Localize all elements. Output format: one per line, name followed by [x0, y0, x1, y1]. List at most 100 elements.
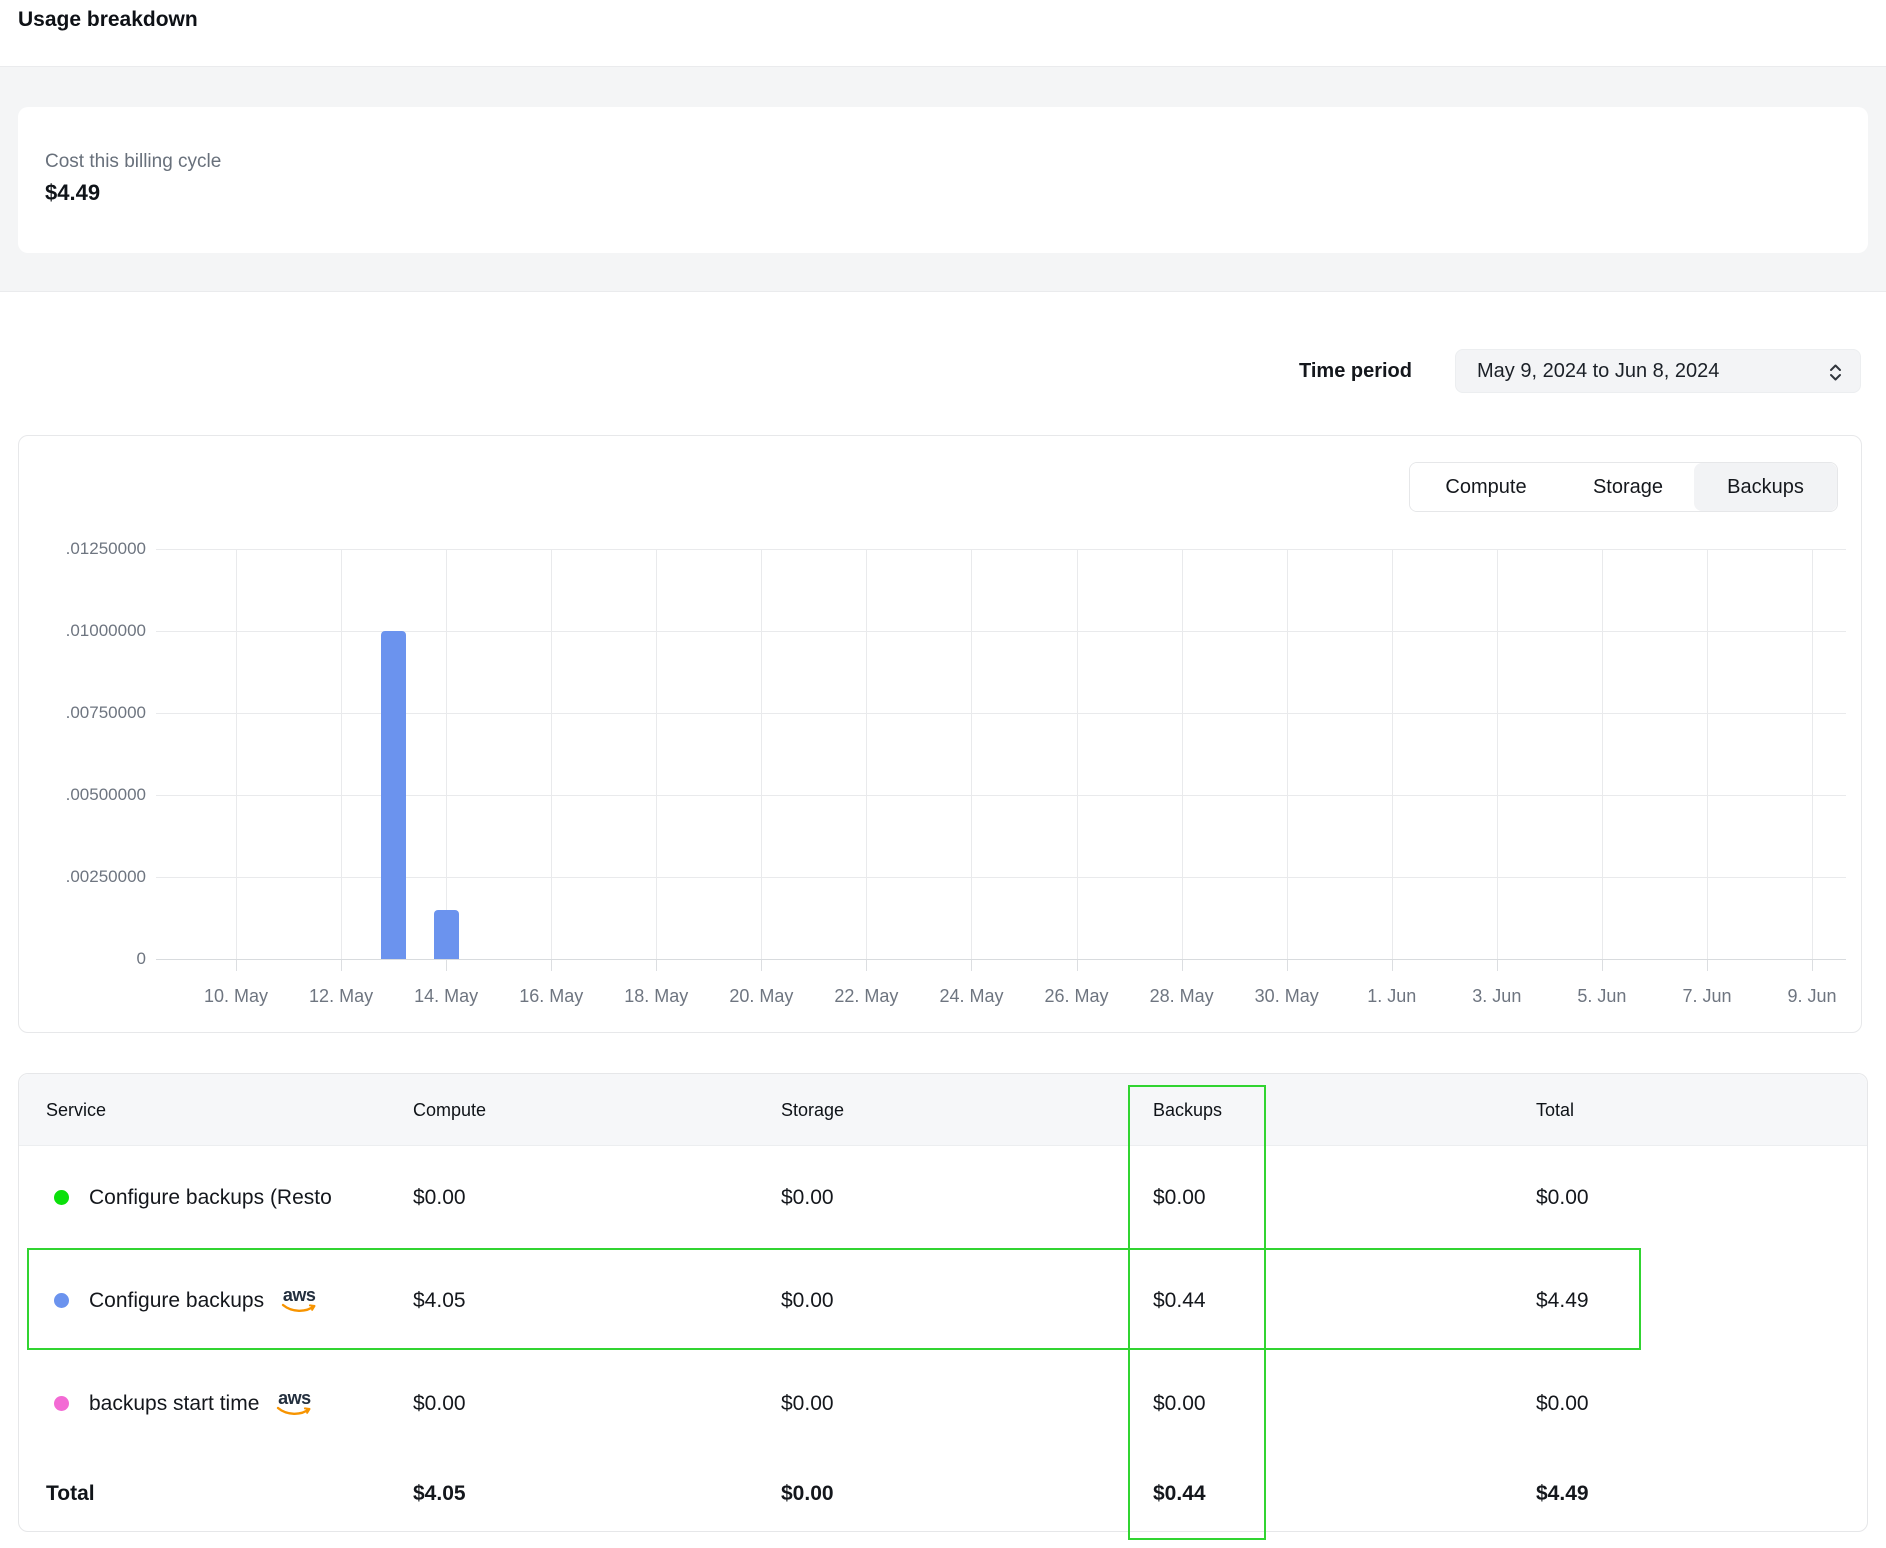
table-row-3[interactable]: backups start timeaws$0.00$0.00$0.00$0.0… [19, 1352, 1867, 1455]
x-tick-mark [761, 959, 762, 971]
table-row-1[interactable]: Configure backups (Resto$0.00$0.00$0.00$… [19, 1146, 1867, 1249]
x-gridline [1812, 549, 1813, 959]
y-gridline [156, 877, 1846, 878]
total-cell-compute: $4.05 [413, 1454, 466, 1533]
x-tick-mark [551, 959, 552, 971]
x-gridline [866, 549, 867, 959]
service-name-text: Configure backups (Resto [89, 1186, 332, 1210]
x-tick-label: 30. May [1232, 986, 1342, 1007]
x-tick-label: 9. Jun [1757, 986, 1867, 1007]
x-tick-label: 18. May [601, 986, 711, 1007]
total-cell-total: $4.49 [1536, 1454, 1589, 1533]
column-header-compute: Compute [413, 1074, 486, 1146]
x-tick-label: 3. Jun [1442, 986, 1552, 1007]
summary-band: Cost this billing cycle $4.49 [0, 66, 1886, 292]
page-title: Usage breakdown [18, 8, 198, 32]
y-tick-label: .00250000 [36, 867, 146, 887]
y-tick-label: .00500000 [36, 785, 146, 805]
chart-bar-14-may[interactable] [434, 910, 459, 959]
x-tick-mark [1497, 959, 1498, 971]
cell-compute: $0.00 [413, 1352, 466, 1455]
x-tick-label: 24. May [916, 986, 1026, 1007]
table-row-2[interactable]: Configure backupsaws$4.05$0.00$0.44$4.49 [19, 1249, 1867, 1352]
chevron-updown-icon [1827, 362, 1844, 388]
x-gridline [1182, 549, 1183, 959]
x-tick-mark [1392, 959, 1393, 971]
x-gridline [446, 549, 447, 959]
aws-icon-text: aws [283, 1287, 316, 1303]
usage-breakdown-table: ServiceComputeStorageBackupsTotal Config… [18, 1073, 1868, 1532]
x-tick-label: 7. Jun [1652, 986, 1762, 1007]
x-tick-mark [656, 959, 657, 971]
time-period-value: May 9, 2024 to Jun 8, 2024 [1477, 360, 1719, 383]
column-header-service: Service [46, 1074, 106, 1146]
service-name: Configure backupsaws [89, 1249, 361, 1352]
table-header-row: ServiceComputeStorageBackupsTotal [19, 1074, 1867, 1146]
y-gridline [156, 549, 1846, 550]
column-header-total: Total [1536, 1074, 1574, 1146]
cost-card: Cost this billing cycle $4.49 [18, 107, 1868, 253]
x-tick-mark [1077, 959, 1078, 971]
service-name: backups start timeaws [89, 1352, 361, 1455]
x-gridline [1392, 549, 1393, 959]
y-tick-label: .00750000 [36, 703, 146, 723]
total-cell-backups: $0.44 [1153, 1454, 1206, 1533]
y-tick-label: .01000000 [36, 621, 146, 641]
x-gridline [761, 549, 762, 959]
cell-backups: $0.44 [1153, 1249, 1206, 1352]
x-gridline [1707, 549, 1708, 959]
x-tick-label: 5. Jun [1547, 986, 1657, 1007]
cost-cycle-label: Cost this billing cycle [45, 151, 1868, 173]
x-gridline [1497, 549, 1498, 959]
time-period-select[interactable]: May 9, 2024 to Jun 8, 2024 [1455, 349, 1861, 393]
x-tick-label: 12. May [286, 986, 396, 1007]
x-gridline [551, 549, 552, 959]
x-tick-mark [866, 959, 867, 971]
x-tick-mark [446, 959, 447, 971]
cell-compute: $0.00 [413, 1146, 466, 1249]
table-total-row: Total $4.05$0.00$0.44$4.49 [19, 1454, 1867, 1533]
aws-icon: aws [278, 1287, 320, 1314]
cell-total: $0.00 [1536, 1352, 1589, 1455]
tab-storage[interactable]: Storage [1562, 463, 1694, 511]
x-tick-label: 26. May [1022, 986, 1132, 1007]
x-tick-mark [1812, 959, 1813, 971]
x-tick-mark [1287, 959, 1288, 971]
series-dot [54, 1293, 69, 1308]
x-tick-label: 20. May [706, 986, 816, 1007]
x-tick-label: 28. May [1127, 986, 1237, 1007]
x-tick-mark [341, 959, 342, 971]
y-tick-label: 0 [36, 949, 146, 969]
y-gridline [156, 795, 1846, 796]
x-gridline [1602, 549, 1603, 959]
y-gridline [156, 631, 1846, 632]
usage-chart-card: ComputeStorageBackups .01250000.01000000… [18, 435, 1862, 1033]
x-tick-label: 10. May [181, 986, 291, 1007]
cost-cycle-value: $4.49 [45, 180, 1868, 206]
tab-backups[interactable]: Backups [1694, 463, 1837, 511]
x-gridline [971, 549, 972, 959]
x-gridline [236, 549, 237, 959]
chart-metric-tabs: ComputeStorageBackups [1409, 462, 1838, 512]
x-tick-label: 22. May [811, 986, 921, 1007]
cell-storage: $0.00 [781, 1249, 834, 1352]
x-gridline [1287, 549, 1288, 959]
cell-storage: $0.00 [781, 1352, 834, 1455]
x-tick-mark [971, 959, 972, 971]
x-tick-mark [236, 959, 237, 971]
x-tick-label: 16. May [496, 986, 606, 1007]
x-tick-mark [1602, 959, 1603, 971]
aws-icon-text: aws [278, 1390, 311, 1406]
cell-backups: $0.00 [1153, 1146, 1206, 1249]
chart-bar-13-may[interactable] [381, 631, 406, 959]
cell-total: $0.00 [1536, 1146, 1589, 1249]
cell-compute: $4.05 [413, 1249, 466, 1352]
x-tick-mark [1182, 959, 1183, 971]
x-tick-mark [1707, 959, 1708, 971]
total-cell-storage: $0.00 [781, 1454, 834, 1533]
column-header-storage: Storage [781, 1074, 844, 1146]
x-gridline [656, 549, 657, 959]
series-dot [54, 1396, 69, 1411]
tab-compute[interactable]: Compute [1410, 463, 1562, 511]
x-gridline [1077, 549, 1078, 959]
